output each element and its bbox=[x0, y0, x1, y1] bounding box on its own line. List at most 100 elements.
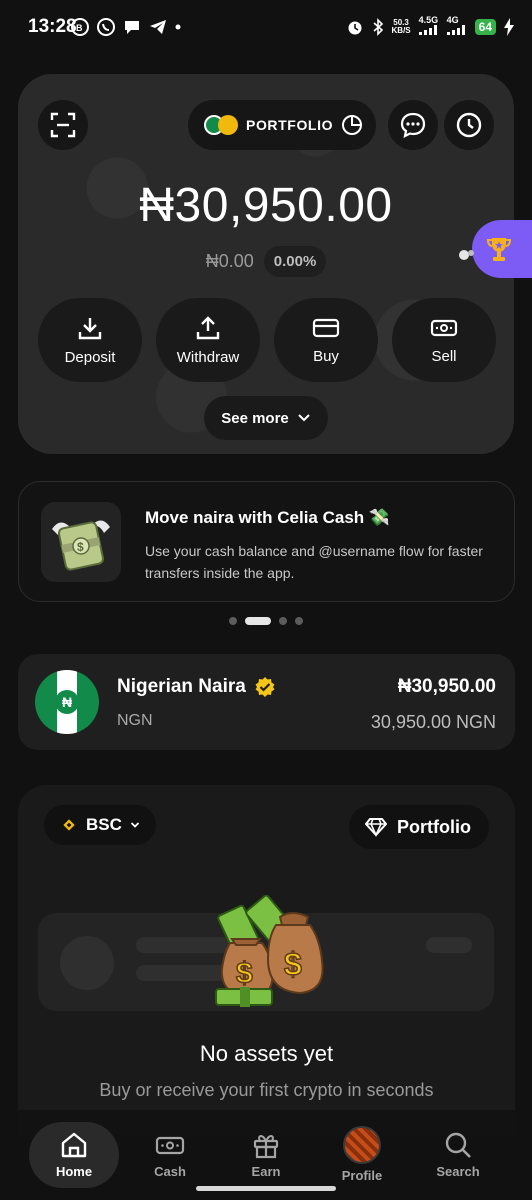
carousel-dot[interactable] bbox=[295, 617, 303, 625]
network-speed: 50.3 KB/S bbox=[391, 18, 411, 35]
bnb-chain-icon bbox=[63, 819, 75, 831]
pie-chart-icon bbox=[342, 115, 363, 135]
upload-icon bbox=[196, 315, 220, 339]
carousel-dot-active[interactable] bbox=[245, 617, 271, 625]
buy-label: Buy bbox=[313, 347, 339, 365]
portfolio-label: PORTFOLIO bbox=[246, 117, 334, 133]
network-4.5g: 4.5G bbox=[418, 15, 439, 37]
search-icon bbox=[445, 1132, 471, 1158]
portfolio-button[interactable]: Portfolio bbox=[349, 805, 489, 849]
nav-cash[interactable]: Cash bbox=[125, 1122, 215, 1188]
nav-profile[interactable]: Profile bbox=[317, 1122, 407, 1188]
more-notifications-dot-icon bbox=[175, 24, 181, 30]
nav-cash-label: Cash bbox=[154, 1164, 186, 1179]
scan-button[interactable] bbox=[38, 100, 88, 150]
chevron-down-icon bbox=[298, 414, 310, 422]
cash-icon bbox=[155, 1136, 185, 1155]
skeleton-avatar bbox=[60, 936, 114, 990]
sell-button[interactable]: Sell bbox=[392, 298, 496, 382]
network-label-1: 4.5G bbox=[418, 15, 439, 25]
svg-text:B: B bbox=[76, 23, 83, 33]
naira-symbol: ₦ bbox=[55, 690, 79, 714]
home-indicator[interactable] bbox=[196, 1186, 336, 1191]
telegram-icon bbox=[150, 20, 166, 34]
currency-amount-sub: 30,950.00 NGN bbox=[370, 712, 496, 732]
nav-search-label: Search bbox=[436, 1164, 480, 1179]
balance-change: ₦0.00 0.00% bbox=[18, 246, 514, 277]
chevron-down-icon bbox=[130, 822, 140, 828]
nav-search[interactable]: Search bbox=[413, 1122, 503, 1188]
notification-icons: B bbox=[70, 17, 182, 37]
see-more-button[interactable]: See more bbox=[204, 396, 328, 440]
portfolio-coins-icon bbox=[204, 115, 238, 135]
buy-button[interactable]: Buy bbox=[274, 298, 378, 382]
gift-icon bbox=[253, 1135, 279, 1159]
promo-image: $ bbox=[41, 502, 121, 582]
nav-profile-label: Profile bbox=[341, 1168, 383, 1183]
portfolio-card: PORTFOLIO ₦30,950.00 ₦0.00 0.00% Deposit bbox=[18, 74, 514, 454]
currency-amount: ₦30,950.00 bbox=[397, 676, 496, 697]
carousel-dot[interactable] bbox=[279, 617, 287, 625]
nigeria-flag-icon: ₦ bbox=[35, 670, 99, 734]
network-label-2: 4G bbox=[446, 15, 459, 25]
battery-level: 64 bbox=[474, 18, 496, 35]
whatsapp-icon bbox=[97, 18, 115, 36]
download-icon bbox=[78, 317, 102, 339]
nav-home[interactable]: Home bbox=[29, 1122, 119, 1188]
avatar bbox=[343, 1126, 381, 1164]
rewards-tab[interactable] bbox=[472, 220, 532, 278]
chain-label: BSC bbox=[86, 815, 122, 834]
nav-earn-label: Earn bbox=[251, 1164, 281, 1179]
promo-banner[interactable]: $ Move naira with Celia Cash 💸 Use your … bbox=[18, 481, 515, 602]
status-bar: 13:28 B 50.3 KB/S 4.5G 4G 64 bbox=[0, 0, 532, 56]
history-button[interactable] bbox=[444, 100, 494, 150]
deposit-label: Deposit bbox=[64, 348, 116, 366]
currency-code: NGN bbox=[117, 712, 153, 729]
withdraw-button[interactable]: Withdraw bbox=[156, 298, 260, 382]
currency-name-row: Nigerian Naira bbox=[117, 676, 276, 698]
network-4g: 4G bbox=[446, 15, 467, 37]
deposit-button[interactable]: Deposit bbox=[38, 298, 142, 382]
withdraw-label: Withdraw bbox=[176, 348, 240, 366]
bluetooth-icon bbox=[372, 17, 383, 36]
verified-badge-icon bbox=[255, 677, 275, 697]
currency-name: Nigerian Naira bbox=[117, 676, 246, 697]
carousel-dot[interactable] bbox=[229, 617, 237, 625]
signal-icon bbox=[446, 25, 465, 35]
flying-money-icon: $ bbox=[52, 520, 110, 571]
see-more-label: See more bbox=[221, 409, 289, 427]
portfolio-balance: ₦30,950.00 bbox=[139, 179, 393, 232]
nav-earn[interactable]: Earn bbox=[221, 1122, 311, 1188]
system-icons: 50.3 KB/S 4.5G 4G 64 bbox=[346, 16, 514, 37]
alarm-icon bbox=[348, 21, 362, 34]
empty-state-subtitle: Buy or receive your first crypto in seco… bbox=[99, 1080, 434, 1100]
card-icon bbox=[312, 318, 340, 337]
skeleton-line bbox=[426, 937, 472, 953]
clock-icon bbox=[456, 112, 482, 138]
svg-text:$: $ bbox=[284, 946, 302, 982]
svg-text:$: $ bbox=[77, 540, 84, 554]
portfolio-button-label: Portfolio bbox=[397, 816, 471, 837]
quick-actions: Deposit Withdraw Buy Sell bbox=[38, 298, 496, 382]
speed-unit: KB/S bbox=[391, 25, 411, 35]
cash-icon bbox=[430, 319, 458, 336]
money-bags-icon: $ $ bbox=[215, 895, 324, 1007]
chain-selector[interactable]: BSC bbox=[44, 805, 156, 845]
sparkle-icon bbox=[459, 250, 474, 260]
scan-icon bbox=[50, 112, 76, 138]
chat-bubble-icon bbox=[400, 112, 426, 138]
change-amount: ₦0.00 bbox=[205, 251, 254, 271]
promo-body: Use your cash balance and @username flow… bbox=[145, 543, 483, 581]
change-percent-badge: 0.00% bbox=[263, 246, 327, 277]
charging-icon bbox=[504, 17, 514, 36]
chat-icon bbox=[125, 21, 139, 34]
trophy-icon bbox=[486, 238, 512, 261]
naira-balance-card[interactable]: ₦ Nigerian Naira NGN ₦30,950.00 30,950.0… bbox=[18, 654, 515, 750]
portfolio-switcher[interactable]: PORTFOLIO bbox=[188, 100, 376, 150]
whatsapp-business-icon: B bbox=[71, 18, 89, 36]
sell-label: Sell bbox=[431, 347, 457, 365]
carousel-indicator bbox=[0, 617, 532, 625]
nav-home-label: Home bbox=[55, 1164, 93, 1179]
promo-title: Move naira with Celia Cash 💸 bbox=[145, 508, 391, 527]
messages-button[interactable] bbox=[388, 100, 438, 150]
